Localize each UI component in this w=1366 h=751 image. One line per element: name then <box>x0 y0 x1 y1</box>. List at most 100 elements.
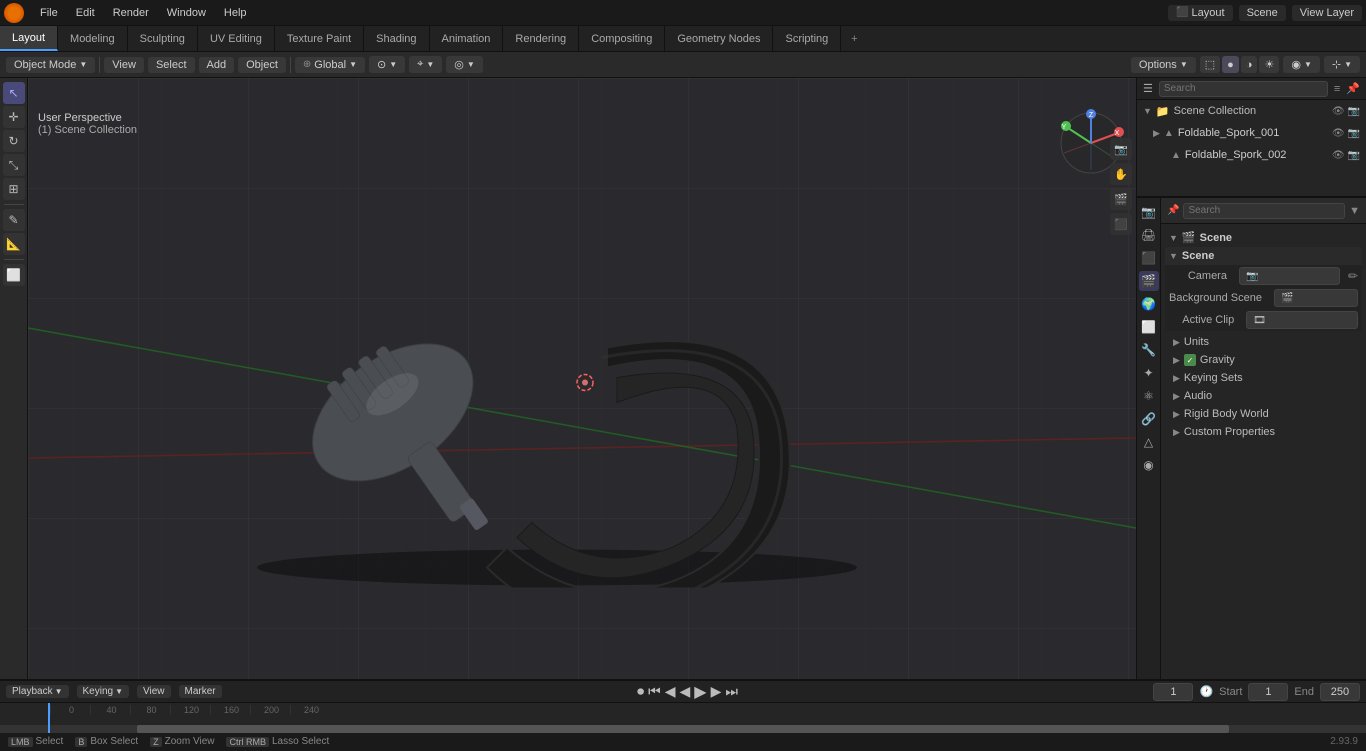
prop-constraints-icon[interactable]: 🔗 <box>1139 409 1159 429</box>
prop-output-icon[interactable]: 🖨 <box>1139 225 1159 245</box>
wireframe-mode[interactable]: ⬚ <box>1200 56 1220 73</box>
tab-modeling[interactable]: Modeling <box>58 26 128 51</box>
record-button[interactable]: ⏺ <box>637 683 644 700</box>
collection-vis-icon[interactable]: 👁 <box>1332 106 1345 117</box>
jump-to-end-button[interactable]: ⏭ <box>725 683 738 700</box>
outliner-search-input[interactable] <box>1159 81 1328 97</box>
prop-data-icon[interactable]: △ <box>1139 432 1159 452</box>
prop-scene-icon[interactable]: 🎬 <box>1139 271 1159 291</box>
jump-to-start-button[interactable]: ⏮ <box>648 683 661 700</box>
viewport[interactable]: User Perspective (1) Scene Collection X … <box>28 78 1136 679</box>
spork002-render-icon[interactable]: 📷 <box>1348 150 1360 161</box>
rotate-tool[interactable]: ↻ <box>3 130 25 152</box>
spork001-render-icon[interactable]: 📷 <box>1348 128 1360 139</box>
tab-rendering[interactable]: Rendering <box>503 26 579 51</box>
outliner-pin-icon[interactable]: 📌 <box>1346 82 1360 95</box>
viewport-gizmo[interactable]: ⊹ ▼ <box>1324 56 1360 73</box>
prev-keyframe-button[interactable]: ◀ <box>665 683 676 700</box>
outliner-scene-collection[interactable]: ▼ 📁 Scene Collection 👁 📷 <box>1137 100 1366 122</box>
prop-modifiers-icon[interactable]: 🔧 <box>1139 340 1159 360</box>
spork001-vis-icon[interactable]: 👁 <box>1332 128 1345 139</box>
keying-sets-section[interactable]: ▶ Keying Sets <box>1165 369 1362 387</box>
outliner-item-spork002[interactable]: ▲ Foldable_Spork_002 👁 📷 <box>1137 144 1366 166</box>
viewport-overlays[interactable]: ◉ ▼ <box>1283 56 1320 73</box>
tab-geometry-nodes[interactable]: Geometry Nodes <box>665 26 773 51</box>
marker-menu[interactable]: Marker <box>179 685 222 698</box>
tab-texture-paint[interactable]: Texture Paint <box>275 26 364 51</box>
outliner-item-spork001[interactable]: ▶ ▲ Foldable_Spork_001 👁 📷 <box>1137 122 1366 144</box>
pivot-point[interactable]: ⊙ ▼ <box>369 56 405 73</box>
tab-shading[interactable]: Shading <box>364 26 429 51</box>
prop-material-icon[interactable]: ◉ <box>1139 455 1159 475</box>
camera-edit-icon[interactable]: ✏ <box>1348 269 1358 283</box>
prop-object-icon[interactable]: ⬜ <box>1139 317 1159 337</box>
next-keyframe-button[interactable]: ▶ <box>711 683 722 700</box>
view-timeline-menu[interactable]: View <box>137 685 171 698</box>
play-button[interactable]: ▶ <box>694 682 706 702</box>
select-tool[interactable]: ↖ <box>3 82 25 104</box>
timeline-ruler-area[interactable]: 0 40 80 120 160 200 240 <box>0 703 1366 733</box>
scene-subsection-header[interactable]: ▼ Scene <box>1165 247 1362 265</box>
menu-window[interactable]: Window <box>159 5 214 21</box>
transform-orientation[interactable]: ⊕ Global ▼ <box>295 57 365 73</box>
tab-layout[interactable]: Layout <box>0 26 58 51</box>
collection-view-icon[interactable]: ⬛ <box>1110 213 1132 235</box>
annotate-tool[interactable]: ✎ <box>3 209 25 231</box>
active-clip-field[interactable]: 🎞 <box>1246 311 1358 329</box>
prop-render-icon[interactable]: 📷 <box>1139 202 1159 222</box>
props-pin-icon[interactable]: 📌 <box>1167 205 1179 216</box>
collection-render-icon[interactable]: 📷 <box>1348 106 1360 117</box>
timeline-scrollbar-thumb[interactable] <box>137 725 1230 733</box>
add-menu[interactable]: Add <box>199 57 235 73</box>
rendered-mode[interactable]: ☀ <box>1259 56 1279 73</box>
prop-physics-icon[interactable]: ⚛ <box>1139 386 1159 406</box>
snapping-toggle[interactable]: ⌖ ▼ <box>409 56 442 73</box>
material-preview[interactable]: ◑ <box>1241 56 1258 73</box>
transform-tool[interactable]: ⊞ <box>3 178 25 200</box>
properties-search-input[interactable] <box>1183 203 1345 219</box>
spork002-vis-icon[interactable]: 👁 <box>1332 150 1345 161</box>
end-frame-input[interactable] <box>1320 683 1360 701</box>
object-mode-dropdown[interactable]: Object Mode ▼ <box>6 57 95 73</box>
tab-uv-editing[interactable]: UV Editing <box>198 26 275 51</box>
tab-scripting[interactable]: Scripting <box>773 26 841 51</box>
scene-section-header[interactable]: ▼ 🎬 Scene <box>1165 228 1362 247</box>
units-section[interactable]: ▶ Units <box>1165 333 1362 351</box>
scale-tool[interactable]: ⤡ <box>3 154 25 176</box>
outliner-filter-icon[interactable]: ≡ <box>1334 83 1340 95</box>
proportional-editing[interactable]: ◎ ▼ <box>446 56 483 73</box>
keying-menu[interactable]: Keying ▼ <box>77 685 130 698</box>
custom-properties-section[interactable]: ▶ Custom Properties <box>1165 423 1362 441</box>
move-tool[interactable]: ✛ <box>3 106 25 128</box>
current-frame-input[interactable] <box>1153 683 1193 701</box>
view-menu[interactable]: View <box>104 57 144 73</box>
props-filter-icon[interactable]: ▼ <box>1349 205 1360 217</box>
object-menu[interactable]: Object <box>238 57 286 73</box>
menu-help[interactable]: Help <box>216 5 255 21</box>
prop-world-icon[interactable]: 🌍 <box>1139 294 1159 314</box>
play-reverse-button[interactable]: ◀ <box>680 683 691 700</box>
audio-section[interactable]: ▶ Audio <box>1165 387 1362 405</box>
select-menu[interactable]: Select <box>148 57 195 73</box>
prop-particles-icon[interactable]: ✦ <box>1139 363 1159 383</box>
camera-field[interactable]: 📷 <box>1239 267 1340 285</box>
viewport-options[interactable]: Options ▼ <box>1131 57 1196 73</box>
add-workspace-button[interactable]: + <box>841 26 867 51</box>
menu-render[interactable]: Render <box>105 5 157 21</box>
add-cube-tool[interactable]: ⬜ <box>3 264 25 286</box>
playback-menu[interactable]: Playback ▼ <box>6 685 69 698</box>
menu-file[interactable]: File <box>32 5 66 21</box>
tab-sculpting[interactable]: Sculpting <box>128 26 198 51</box>
gravity-checkbox[interactable]: ✓ <box>1184 354 1196 366</box>
background-scene-field[interactable]: 🎬 <box>1274 289 1358 307</box>
prop-view-layer-icon[interactable]: ⬛ <box>1139 248 1159 268</box>
gravity-section[interactable]: ▶ ✓ Gravity <box>1165 351 1362 369</box>
timeline-scrollbar-track[interactable] <box>0 725 1366 733</box>
grab-icon[interactable]: ✋ <box>1110 163 1132 185</box>
tab-animation[interactable]: Animation <box>430 26 504 51</box>
camera-view-icon[interactable]: 📷 <box>1110 138 1132 160</box>
solid-mode[interactable]: ● <box>1222 56 1239 73</box>
render-region-icon[interactable]: 🎬 <box>1110 188 1132 210</box>
tab-compositing[interactable]: Compositing <box>579 26 665 51</box>
start-frame-input[interactable] <box>1248 683 1288 701</box>
